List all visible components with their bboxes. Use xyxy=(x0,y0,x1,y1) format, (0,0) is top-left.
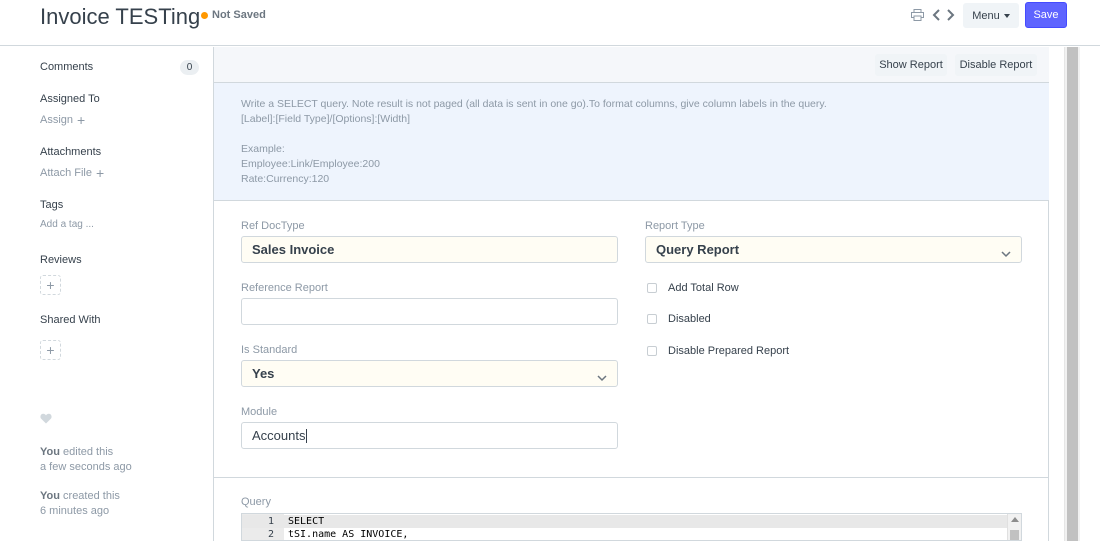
ref-doctype-field[interactable]: Sales Invoice xyxy=(241,236,618,263)
save-button[interactable]: Save xyxy=(1025,2,1067,28)
chevron-right-icon[interactable] xyxy=(944,7,956,23)
comments-count-badge: 0 xyxy=(180,60,199,75)
activity-item: You edited this a few seconds ago xyxy=(40,445,132,475)
status-text: Not Saved xyxy=(212,9,266,21)
add-total-row-label: Add Total Row xyxy=(668,282,739,294)
code-text: SELECT xyxy=(288,516,325,527)
chevron-down-icon xyxy=(597,370,607,385)
report-type-select[interactable]: Query Report xyxy=(645,236,1022,263)
report-type-label: Report Type xyxy=(645,220,705,232)
text-cursor xyxy=(306,428,308,443)
disable-prepared-report-checkbox[interactable]: Disable Prepared Report xyxy=(647,345,789,357)
code-text: tSI.name AS INVOICE, xyxy=(288,529,409,540)
attach-file-label: Attach File xyxy=(40,167,92,179)
caret-down-icon xyxy=(1003,13,1010,18)
code-line: 1 SELECT xyxy=(242,515,1007,528)
module-label: Module xyxy=(241,406,278,418)
attach-file-link[interactable]: Attach File + xyxy=(40,166,104,180)
page-title: Invoice TESTing xyxy=(40,4,201,29)
report-type-value: Query Report xyxy=(656,242,740,257)
show-report-button[interactable]: Show Report xyxy=(875,54,947,76)
activity-time: 6 minutes ago xyxy=(40,505,110,517)
add-tag-link[interactable]: Add a tag ... xyxy=(40,219,94,230)
heart-icon[interactable] xyxy=(40,413,52,427)
line-number: 1 xyxy=(267,516,274,527)
activity-actor: You xyxy=(40,490,60,502)
help-line xyxy=(241,127,1049,142)
line-number: 2 xyxy=(267,529,274,540)
editor-scrollbar[interactable] xyxy=(1007,514,1021,540)
add-total-row-checkbox[interactable]: Add Total Row xyxy=(647,282,739,294)
help-line: [Label]:[Field Type]/[Options]:[Width] xyxy=(241,113,411,125)
form-section: Ref DocType Sales Invoice Reference Repo… xyxy=(214,202,1049,478)
page-scrollbar[interactable] xyxy=(1064,47,1080,541)
query-code-editor[interactable]: 1 SELECT 2 tSI.name AS INVOICE, xyxy=(241,513,1022,541)
form-layout: Show Report Disable Report Write a SELEC… xyxy=(213,47,1049,541)
chevron-down-icon xyxy=(1001,246,1011,261)
reference-report-label: Reference Report xyxy=(241,282,328,294)
assign-link[interactable]: Assign + xyxy=(40,113,85,127)
plus-icon: + xyxy=(95,165,105,181)
activity-action: edited this xyxy=(63,446,114,458)
disable-report-button[interactable]: Disable Report xyxy=(955,54,1037,76)
checkbox-box[interactable] xyxy=(647,346,657,356)
reviews-label: Reviews xyxy=(40,254,82,266)
help-line: Example: xyxy=(241,143,285,155)
query-help-box: Write a SELECT query. Note result is not… xyxy=(214,83,1049,201)
comments-label: Comments xyxy=(40,61,94,73)
form-sidebar: Comments 0 Assigned To Assign + Attachme… xyxy=(40,47,205,541)
activity-action: created this xyxy=(63,490,120,502)
query-label: Query xyxy=(241,496,271,508)
disabled-label: Disabled xyxy=(668,313,711,325)
activity-actor: You xyxy=(40,446,60,458)
code-line: 2 tSI.name AS INVOICE, xyxy=(242,528,1007,540)
help-line: Rate:Currency:120 xyxy=(241,173,330,185)
disable-prepared-report-label: Disable Prepared Report xyxy=(668,345,790,357)
checkbox-box[interactable] xyxy=(647,283,657,293)
reference-report-field[interactable] xyxy=(241,298,618,325)
add-review-button[interactable]: + xyxy=(40,275,61,295)
help-line: Employee:Link/Employee:200 xyxy=(241,158,380,170)
menu-button[interactable]: Menu xyxy=(963,3,1019,28)
is-standard-value: Yes xyxy=(252,366,275,381)
is-standard-label: Is Standard xyxy=(241,344,298,356)
chevron-left-icon[interactable] xyxy=(930,7,942,23)
attachments-label: Attachments xyxy=(40,146,102,158)
scroll-up-icon[interactable] xyxy=(1011,517,1019,522)
module-value: Accounts xyxy=(252,428,306,443)
query-section: Query 1 SELECT 2 tSI.name AS INVOICE, xyxy=(214,479,1049,541)
print-icon[interactable] xyxy=(910,7,924,23)
plus-icon: + xyxy=(46,277,55,293)
add-share-button[interactable]: + xyxy=(40,340,61,360)
menu-button-label: Menu xyxy=(972,9,1000,22)
help-line: Write a SELECT query. Note result is not… xyxy=(241,98,827,110)
tags-label: Tags xyxy=(40,199,64,211)
scrollbar-thumb[interactable] xyxy=(1010,530,1019,540)
page-header: Invoice TESTing Not Saved Menu Save xyxy=(0,0,1100,46)
status-dot xyxy=(201,11,208,19)
module-field[interactable]: Accounts xyxy=(241,422,618,449)
form-toolbar: Show Report Disable Report xyxy=(214,47,1049,83)
assigned-to-label: Assigned To xyxy=(40,93,100,105)
plus-icon: + xyxy=(77,112,86,128)
shared-with-label: Shared With xyxy=(40,314,101,326)
plus-icon: + xyxy=(46,342,55,358)
disabled-checkbox[interactable]: Disabled xyxy=(647,313,711,325)
activity-item: You created this 6 minutes ago xyxy=(40,489,120,519)
assign-link-label: Assign xyxy=(40,114,74,126)
ref-doctype-label: Ref DocType xyxy=(241,220,305,232)
page-scrollbar-thumb[interactable] xyxy=(1067,47,1078,541)
checkbox-box[interactable] xyxy=(647,314,657,324)
activity-time: a few seconds ago xyxy=(40,461,132,473)
is-standard-select[interactable]: Yes xyxy=(241,360,618,387)
status-indicator: Not Saved xyxy=(201,9,266,21)
